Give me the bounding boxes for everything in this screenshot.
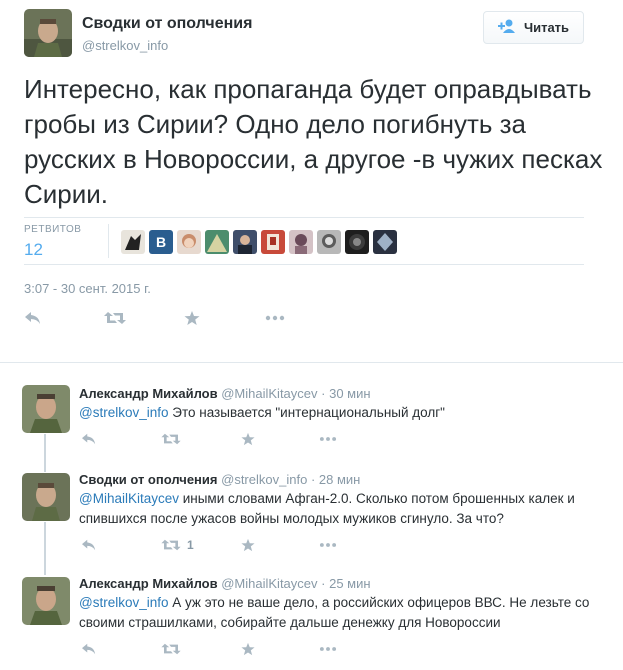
conversation-divider	[0, 362, 623, 363]
reply-separator: ·	[310, 472, 316, 487]
retweeter-avatar[interactable]	[317, 230, 341, 254]
tweet-timestamp[interactable]: 3:07 - 30 сент. 2015 г.	[24, 281, 151, 296]
favorite-icon[interactable]	[241, 432, 255, 446]
author-handle[interactable]: @strelkov_info	[82, 38, 168, 53]
favorite-icon[interactable]	[241, 642, 255, 656]
reply-avatar[interactable]	[22, 577, 70, 625]
reply-author-handle[interactable]: @MihailKitaycev	[221, 576, 317, 591]
reply-separator: ·	[321, 386, 326, 401]
retweets-label: РЕТВИТОВ	[24, 224, 82, 235]
retweeter-avatar[interactable]	[233, 230, 257, 254]
reply-author-handle[interactable]: @MihailKitaycev	[221, 386, 317, 401]
reply-icon[interactable]	[81, 538, 97, 552]
retweeter-avatar[interactable]	[373, 230, 397, 254]
reply-time[interactable]: 30 мин	[329, 386, 370, 401]
reply-header: Сводки от ополчения @strelkov_info · 28 …	[79, 472, 360, 487]
favorite-icon[interactable]	[241, 538, 255, 552]
retweeter-avatar[interactable]	[289, 230, 313, 254]
reply-actions	[79, 432, 379, 448]
more-icon[interactable]	[319, 432, 337, 446]
reply-author-handle[interactable]: @strelkov_info	[221, 472, 307, 487]
thread-connector	[44, 522, 46, 575]
reply-author-name[interactable]: Александр Михайлов	[79, 576, 218, 591]
reply-icon[interactable]	[24, 310, 42, 326]
more-icon[interactable]	[319, 538, 337, 552]
reply-header: Александр Михайлов @MihailKitaycev · 25 …	[79, 576, 371, 591]
retweet-icon[interactable]	[161, 642, 187, 656]
more-icon[interactable]	[319, 642, 337, 656]
reply-text: @strelkov_info А уж это не ваше дело, а …	[79, 593, 609, 633]
reply-time[interactable]: 25 мин	[329, 576, 370, 591]
retweet-icon[interactable]	[104, 310, 126, 326]
reply-icon[interactable]	[81, 432, 97, 446]
reply-actions: 1	[79, 538, 379, 554]
retweet-icon[interactable]	[161, 432, 187, 446]
reply-avatar[interactable]	[22, 385, 70, 433]
reply-mention[interactable]: @MihailKitaycev	[79, 491, 179, 506]
tweet-text: Интересно, как пропаганда будет оправдыв…	[24, 74, 603, 209]
more-icon[interactable]	[265, 310, 285, 326]
thread-connector	[44, 434, 46, 472]
reply-separator: ·	[321, 576, 326, 591]
reply-text: @strelkov_info Это называется "интернаци…	[79, 403, 609, 423]
reply-author-name[interactable]: Александр Михайлов	[79, 386, 218, 401]
reply-header: Александр Михайлов @MihailKitaycev · 30 …	[79, 386, 371, 401]
reply-mention[interactable]: @strelkov_info	[79, 595, 169, 610]
retweeter-avatar[interactable]	[177, 230, 201, 254]
follow-person-icon	[497, 19, 518, 36]
reply-body: Это называется "интернациональный долг"	[168, 405, 445, 420]
reply-text: @MihailKitaycev иными словами Афган-2.0.…	[79, 489, 609, 529]
favorite-icon[interactable]	[184, 310, 200, 326]
stats-vertical-divider	[108, 224, 109, 258]
reply-actions	[79, 642, 379, 658]
main-tweet: Сводки от ополчения @strelkov_info Читат…	[0, 0, 623, 362]
author-name[interactable]: Сводки от ополчения	[82, 15, 252, 33]
retweeter-avatar[interactable]: B	[149, 230, 173, 254]
follow-label: Читать	[523, 20, 570, 35]
author-avatar[interactable]	[24, 9, 72, 57]
retweet-icon[interactable]: 1	[161, 538, 194, 552]
reply-mention[interactable]: @strelkov_info	[79, 405, 169, 420]
retweeter-avatar[interactable]	[205, 230, 229, 254]
reply-icon[interactable]	[81, 642, 97, 656]
retweets-count[interactable]: 12	[24, 240, 43, 260]
follow-button[interactable]: Читать	[483, 11, 584, 44]
stats-divider-top	[24, 217, 584, 218]
retweeter-avatar[interactable]	[121, 230, 145, 254]
reply-time[interactable]: 28 мин	[319, 472, 360, 487]
retweeter-avatar[interactable]	[261, 230, 285, 254]
reply-retweet-count: 1	[187, 538, 194, 552]
reply-author-name[interactable]: Сводки от ополчения	[79, 472, 218, 487]
reply-avatar[interactable]	[22, 473, 70, 521]
stats-divider-bottom	[24, 264, 584, 265]
retweeter-avatar[interactable]	[345, 230, 369, 254]
retweeter-avatars: B	[121, 230, 397, 254]
